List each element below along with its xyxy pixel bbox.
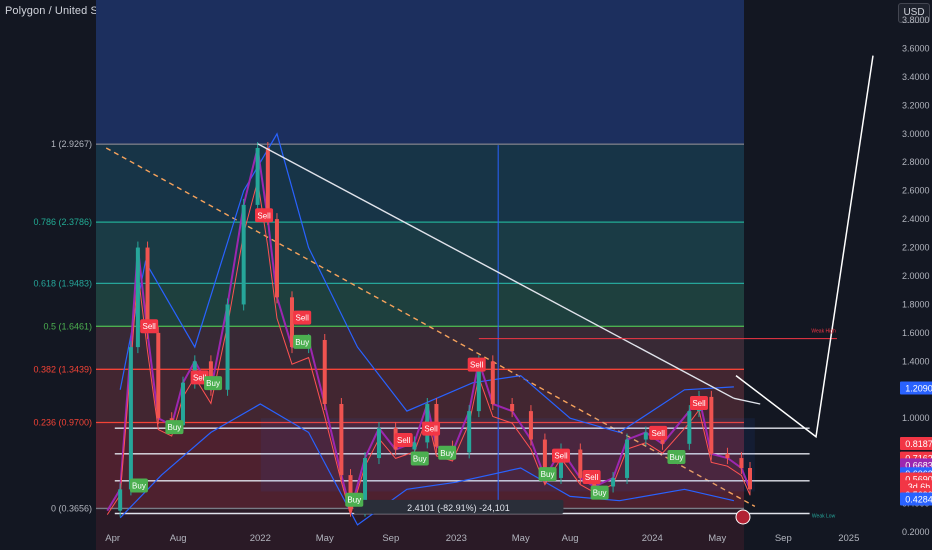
chart-svg: 1 (2.9267) 0.786 (2.3786) 0.618 (1.9483) 0.… bbox=[33, 0, 932, 550]
y-tick-label: 3.4000 bbox=[902, 72, 930, 82]
fib-label: 0.618 (1.9483) bbox=[33, 278, 92, 288]
candle-body bbox=[625, 439, 630, 478]
candle-body bbox=[135, 247, 140, 348]
fib-zone bbox=[96, 222, 744, 284]
signal-label: Buy bbox=[132, 481, 146, 490]
fib-zone bbox=[96, 283, 744, 327]
y-tick-label: 2.8000 bbox=[902, 157, 930, 167]
y-tick-label: 2.4000 bbox=[902, 214, 930, 224]
candle-body bbox=[510, 404, 515, 412]
candle-body bbox=[339, 404, 344, 476]
signal-label: Sell bbox=[652, 429, 666, 438]
weak-level-label: Weak High bbox=[811, 329, 836, 335]
candle-body bbox=[128, 347, 133, 490]
signal-label: Buy bbox=[670, 453, 684, 462]
y-tick-label: 1.4000 bbox=[902, 356, 930, 366]
candle-body bbox=[578, 449, 583, 478]
fib-label: 0.5 (1.6461) bbox=[43, 321, 92, 331]
signal-label: Buy bbox=[167, 423, 181, 432]
candle-body bbox=[255, 148, 260, 205]
candle-body bbox=[709, 396, 714, 454]
fib-zone bbox=[96, 144, 744, 223]
y-tick-label: 1.0000 bbox=[902, 413, 930, 423]
x-tick-label: Aug bbox=[170, 533, 187, 544]
x-tick-label: May bbox=[316, 533, 334, 544]
chart-area[interactable]: Polygon / United States Dollar, 1W, COIN… bbox=[0, 0, 932, 550]
candle-body bbox=[180, 382, 185, 426]
fib-label: 0 (0.3656) bbox=[51, 503, 92, 513]
x-tick-label: 2024 bbox=[642, 533, 663, 544]
x-tick-label: May bbox=[708, 533, 726, 544]
y-tick-label: 1.8000 bbox=[902, 299, 930, 309]
candle-body bbox=[748, 468, 753, 490]
price-label-text: 1.2090 bbox=[905, 383, 932, 393]
projection-path bbox=[735, 55, 874, 439]
candle-body bbox=[467, 411, 472, 453]
fib-label: 0.382 (1.3439) bbox=[33, 364, 92, 374]
x-tick-label: May bbox=[512, 533, 530, 544]
candle-body bbox=[274, 219, 279, 298]
signal-label: Sell bbox=[142, 322, 156, 331]
signal-label: Buy bbox=[295, 338, 309, 347]
signal-label: Buy bbox=[206, 379, 220, 388]
candle-body bbox=[725, 453, 730, 459]
signal-label: Sell bbox=[470, 361, 484, 370]
candle-body bbox=[739, 458, 744, 468]
price-label-text: 0.4284 bbox=[905, 495, 932, 505]
signal-label: Sell bbox=[397, 436, 411, 445]
candle-body bbox=[241, 204, 246, 305]
candle-body bbox=[687, 411, 692, 444]
signal-label: Sell bbox=[257, 211, 271, 220]
fib-upper-zone bbox=[96, 0, 744, 145]
signal-label: Sell bbox=[424, 425, 438, 434]
y-tick-label: 2.6000 bbox=[902, 186, 930, 196]
y-tick-label: 3.0000 bbox=[902, 129, 930, 139]
y-tick-label: 1.6000 bbox=[902, 328, 930, 338]
candle-body bbox=[156, 332, 161, 419]
signal-label: Sell bbox=[554, 452, 568, 461]
y-tick-label: 2.2000 bbox=[902, 243, 930, 253]
candle-body bbox=[118, 489, 123, 511]
fib-label: 1 (2.9267) bbox=[51, 139, 92, 149]
signal-label: Buy bbox=[440, 449, 454, 458]
candle-body bbox=[490, 361, 495, 404]
x-tick-label: Sep bbox=[775, 533, 792, 544]
candle-body bbox=[412, 442, 417, 450]
measure-label: 2.4101 (-82.91%) -24,101 bbox=[407, 503, 510, 513]
price-label-text: 0.8187 bbox=[905, 439, 932, 449]
x-tick-label: Apr bbox=[105, 533, 120, 544]
country-flag-icon bbox=[735, 509, 751, 525]
x-tick-label: Sep bbox=[382, 533, 399, 544]
signal-label: Buy bbox=[593, 489, 607, 498]
candle-body bbox=[225, 304, 230, 390]
candle-body bbox=[528, 411, 533, 440]
signal-label: Buy bbox=[541, 470, 555, 479]
x-tick-label: 2022 bbox=[250, 533, 271, 544]
y-tick-label: 3.2000 bbox=[902, 100, 930, 110]
x-tick-label: 2025 bbox=[838, 533, 859, 544]
signal-label: Sell bbox=[296, 314, 310, 323]
y-tick-label: 2.0000 bbox=[902, 271, 930, 281]
candle-body bbox=[322, 340, 327, 404]
signal-label: Buy bbox=[347, 496, 361, 505]
y-tick-label: 0.2000 bbox=[902, 527, 930, 537]
y-tick-label: 3.6000 bbox=[902, 43, 930, 53]
candle-body bbox=[611, 477, 616, 487]
y-tick-label: 3.8000 bbox=[902, 15, 930, 25]
weak-level-label: Weak Low bbox=[812, 514, 836, 520]
candle-body bbox=[643, 432, 648, 440]
x-tick-label: 2023 bbox=[446, 533, 467, 544]
fib-label: 0.786 (2.3786) bbox=[33, 217, 92, 227]
x-tick-label: Aug bbox=[562, 533, 579, 544]
candle-body bbox=[376, 428, 381, 459]
signal-label: Sell bbox=[692, 399, 706, 408]
signal-label: Sell bbox=[585, 473, 599, 482]
signal-label: Buy bbox=[413, 454, 427, 463]
fib-label: 0.236 (0.9700) bbox=[33, 417, 92, 427]
